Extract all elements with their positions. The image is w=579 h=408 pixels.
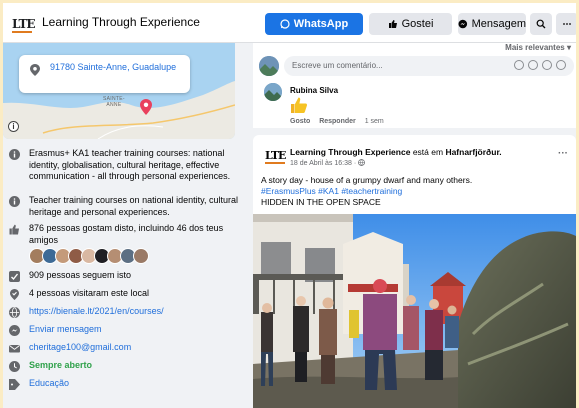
- post-author-logo[interactable]: LTE: [265, 149, 286, 167]
- map-info-icon[interactable]: i: [8, 121, 19, 132]
- map-card[interactable]: SAINTE- ANNE 91780 Sainte-Anne, Guadalup…: [3, 43, 235, 139]
- more-dots-icon: [563, 23, 571, 25]
- info-icon: [9, 196, 20, 207]
- comment-reply-button[interactable]: Responder: [319, 118, 356, 125]
- whatsapp-label: WhatsApp: [293, 18, 349, 30]
- post-location-prefix: está em: [412, 147, 444, 157]
- thumbs-up-emoji-icon: [291, 97, 308, 113]
- post-options-button[interactable]: ···: [558, 148, 568, 159]
- post-author-name[interactable]: Learning Through Experience: [290, 147, 410, 157]
- sticker-icon[interactable]: [556, 60, 566, 70]
- messenger-icon: [9, 325, 20, 336]
- comment-sort-dropdown[interactable]: Mais relevantes ▾: [505, 43, 571, 52]
- public-globe-icon: [358, 159, 366, 166]
- email-icon: [9, 345, 20, 353]
- address-card: 91780 Sainte-Anne, Guadalupe: [19, 55, 190, 93]
- comment-time[interactable]: 1 sem: [365, 118, 384, 125]
- post-location[interactable]: Hafnarfjörður.: [445, 147, 501, 157]
- more-options-button[interactable]: [556, 13, 576, 35]
- comment-actions: Gosto Responder 1 sem: [290, 118, 391, 125]
- page-intro-column: SAINTE- ANNE 91780 Sainte-Anne, Guadalup…: [3, 43, 249, 408]
- post-photo[interactable]: [253, 214, 576, 408]
- search-button[interactable]: [530, 13, 552, 35]
- post-author-line: Learning Through Experience está em Hafn…: [290, 147, 502, 157]
- comments-section: Mais relevantes ▾ Escreve um comentário.…: [253, 43, 576, 128]
- avatar[interactable]: [133, 248, 149, 264]
- comment-like-button[interactable]: Gosto: [290, 118, 310, 125]
- logo-text: LTE: [12, 17, 36, 31]
- comment-tools: [514, 60, 566, 70]
- map-place-label: SAINTE- ANNE: [103, 96, 125, 108]
- logo-underline: [265, 162, 285, 164]
- like-page-label: Gostei: [401, 18, 434, 30]
- emoji-icon[interactable]: [514, 60, 524, 70]
- globe-icon: [9, 307, 20, 318]
- post-text-line: A story day - house of a grumpy dwarf an…: [261, 175, 473, 185]
- checkin-pin-icon: [10, 289, 19, 300]
- logo-underline: [12, 31, 32, 33]
- info-icon: [9, 149, 20, 160]
- post-text-line: HIDDEN IN THE OPEN SPACE: [261, 197, 381, 207]
- description-text: Teacher training courses on national ide…: [29, 195, 238, 217]
- followers-text: 909 pessoas seguem isto: [29, 270, 132, 280]
- hours-status: Sempre aberto: [29, 360, 93, 370]
- clock-icon: [9, 361, 20, 372]
- address-text: 91780 Sainte-Anne, Guadalupe: [50, 62, 177, 72]
- like-page-button[interactable]: Gostei: [369, 13, 452, 35]
- page-title[interactable]: Learning Through Experience: [42, 15, 200, 29]
- category-link[interactable]: Educação: [29, 378, 239, 390]
- category-tag-icon: [9, 379, 20, 390]
- logo-text: LTE: [265, 149, 286, 162]
- checkins-text: 4 pessoas visitaram este local: [29, 288, 150, 298]
- post-body: A story day - house of a grumpy dwarf an…: [261, 175, 472, 208]
- post-hashtags[interactable]: #ErasmusPlus #KA1 #teachertraining: [261, 186, 472, 197]
- whatsapp-button[interactable]: WhatsApp: [265, 13, 363, 35]
- about-text: Erasmus+ KA1 teacher training courses: n…: [29, 148, 231, 181]
- commenter-name[interactable]: Rubina Silva: [290, 86, 338, 95]
- email-link[interactable]: cheritage100@gmail.com: [29, 342, 239, 354]
- feed-post: LTE Learning Through Experience está em …: [253, 135, 576, 408]
- facebook-page-frame: LTE Learning Through Experience WhatsApp…: [3, 3, 576, 408]
- whatsapp-icon: [280, 19, 290, 29]
- search-icon: [536, 19, 546, 29]
- avatar[interactable]: [264, 83, 282, 101]
- user-photo-icon: [259, 56, 279, 76]
- message-label: Mensagem: [471, 18, 526, 30]
- send-message-link[interactable]: Enviar mensagem: [29, 324, 239, 336]
- location-pin-icon: [30, 64, 40, 76]
- website-link[interactable]: https://bienale.lt/2021/en/courses/: [29, 306, 239, 318]
- page-logo[interactable]: LTE: [12, 17, 36, 33]
- followers-icon: [9, 271, 20, 282]
- page-header: LTE Learning Through Experience WhatsApp…: [3, 3, 576, 43]
- gif-icon[interactable]: [542, 60, 552, 70]
- messenger-icon: [458, 19, 468, 29]
- thumbs-up-icon: [388, 20, 397, 28]
- comment-input[interactable]: Escreve um comentário...: [284, 56, 574, 76]
- likes-text: 876 pessoas gostam disto, incluindo 46 d…: [29, 223, 224, 245]
- camera-icon[interactable]: [528, 60, 538, 70]
- thumbs-up-icon: [9, 224, 19, 235]
- avatar[interactable]: [259, 56, 279, 76]
- post-timestamp[interactable]: 18 de Abril às 16:38 ·: [290, 159, 366, 167]
- user-photo-icon: [264, 83, 282, 101]
- message-button[interactable]: Mensagem: [458, 13, 526, 35]
- friends-avatars: [29, 248, 149, 264]
- feed-column: Mais relevantes ▾ Escreve um comentário.…: [253, 43, 576, 408]
- map-marker-icon: [140, 99, 152, 115]
